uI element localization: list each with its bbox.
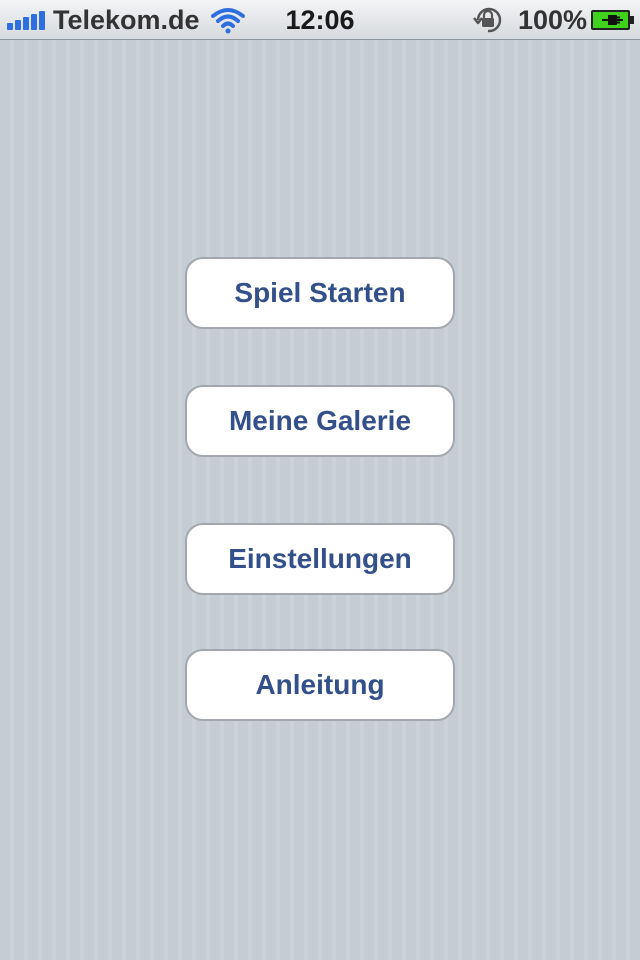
my-gallery-button[interactable]: Meine Galerie: [185, 385, 455, 457]
start-game-button[interactable]: Spiel Starten: [185, 257, 455, 329]
battery-percent: 100%: [518, 5, 588, 35]
status-bar: Telekom.de 12:06 100%: [0, 0, 640, 40]
settings-button[interactable]: Einstellungen: [185, 523, 455, 595]
rotation-lock-icon: [473, 7, 502, 33]
battery-charging-icon: [591, 10, 634, 30]
instructions-button[interactable]: Anleitung: [185, 649, 455, 721]
